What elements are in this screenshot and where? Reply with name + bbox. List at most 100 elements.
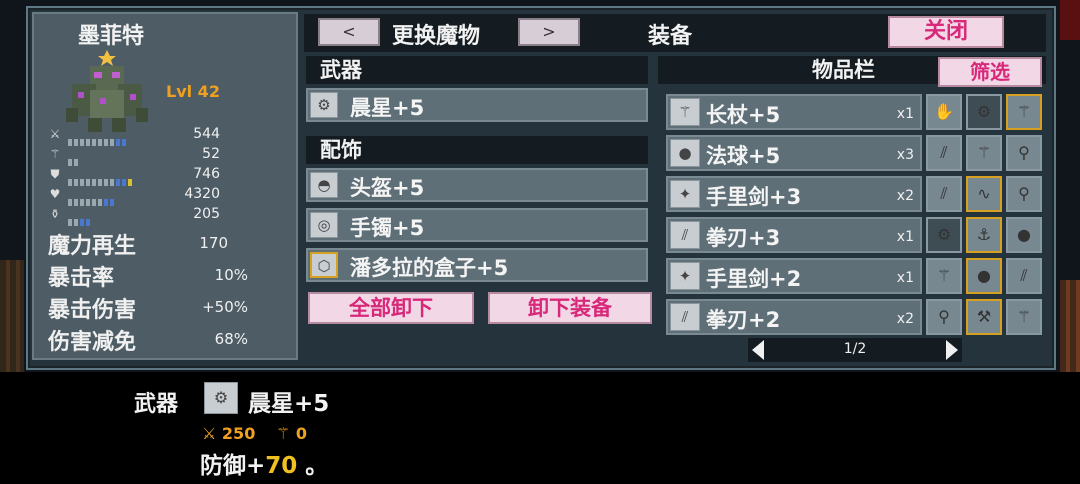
inventory-item[interactable]: ✦ 手里剑+3 x2: [666, 176, 922, 212]
stat-value: 68%: [214, 330, 248, 348]
inventory-grid-cell[interactable]: ⚲: [1006, 135, 1042, 171]
detail-magic-value: 0: [295, 424, 308, 443]
inventory-grid-cell[interactable]: ⚲: [1006, 176, 1042, 212]
unequip-button[interactable]: 卸下装备: [488, 292, 652, 324]
item-qty: x1: [896, 270, 914, 286]
claw-icon: ⫽: [670, 221, 700, 249]
stat-label: 魔力再生: [48, 234, 137, 259]
item-qty: x3: [896, 147, 914, 163]
equipment-header: < 更换魔物 > 装备 关闭: [304, 14, 1046, 52]
whip-icon: ∿: [977, 184, 991, 203]
staff-icon: ⚚: [1016, 102, 1032, 121]
detail-slot-label: 武器: [134, 392, 179, 417]
accessory-slot-helmet[interactable]: ◓ 头盔+5: [306, 168, 648, 202]
stat-crit-rate: 暴击率 10%: [48, 260, 298, 291]
accessory-name: 手镯+5: [350, 216, 425, 240]
staff-icon: ⚚: [1016, 307, 1032, 326]
orb-icon: ●: [1017, 225, 1031, 244]
inventory-grid-cell[interactable]: ⫽: [926, 135, 962, 171]
sword-icon: ⚔: [202, 424, 217, 443]
item-qty: x2: [896, 188, 914, 204]
morning-star-icon: ⚙: [936, 225, 952, 244]
morning-star-icon: ⚙: [310, 92, 338, 118]
stat-label: 伤害减免: [48, 330, 137, 355]
monster-level: Lvl 42: [166, 82, 220, 101]
pandora-box-icon: ⬡: [310, 252, 338, 278]
background-red-strip: [1060, 0, 1080, 40]
unequip-all-button[interactable]: 全部卸下: [308, 292, 474, 324]
wand-icon: ⚲: [1018, 143, 1030, 162]
item-name: 法球+5: [706, 144, 781, 168]
inventory-grid-cell[interactable]: ●: [1006, 217, 1042, 253]
stat-value: 10%: [214, 266, 248, 284]
inventory-item[interactable]: ⚚ 长杖+5 x1: [666, 94, 922, 130]
claw-icon: ⫽: [940, 184, 948, 203]
morning-star-icon: ⚙: [976, 102, 992, 121]
stat-attack: ⚔ 544: [48, 126, 288, 146]
wand-icon: ⚲: [1018, 184, 1030, 203]
staff-icon: ⚚: [670, 98, 700, 126]
monster-name: 墨菲特: [78, 24, 145, 49]
item-qty: x1: [896, 229, 914, 245]
inventory-grid-cell[interactable]: ⫽: [926, 176, 962, 212]
inventory-grid-cell[interactable]: ⫽: [1006, 258, 1042, 294]
next-page-button[interactable]: [946, 340, 958, 360]
monster-portrait: [66, 50, 148, 132]
shuriken-icon: ✦: [670, 180, 700, 208]
inventory-grid-cell[interactable]: ⚲: [926, 299, 962, 335]
stat-value: 170: [199, 234, 228, 252]
detail-attack: ⚔ 250: [202, 424, 255, 443]
hook-icon: ⚓: [976, 225, 992, 244]
detail-item-name: 晨星+5: [248, 391, 330, 417]
item-name: 长杖+5: [706, 103, 781, 127]
inventory-item[interactable]: ● 法球+5 x3: [666, 135, 922, 171]
inventory-grid-cell[interactable]: ⚙: [926, 217, 962, 253]
next-monster-button[interactable]: >: [518, 18, 580, 46]
inventory-grid-cell[interactable]: ⚙: [966, 94, 1002, 130]
accessory-slot-bracelet[interactable]: ◎ 手镯+5: [306, 208, 648, 242]
detail-magic: ⚚ 0: [276, 424, 307, 443]
staff-icon: ⚚: [976, 143, 992, 162]
inventory-item[interactable]: ⫽ 拳刃+3 x1: [666, 217, 922, 253]
inventory-item[interactable]: ✦ 手里剑+2 x1: [666, 258, 922, 294]
weapon-slot[interactable]: ⚙ 晨星+5: [306, 88, 648, 122]
inventory-grid-cell[interactable]: ⚓: [966, 217, 1002, 253]
inventory-grid-cell[interactable]: ●: [966, 258, 1002, 294]
background-pillar-right: [1060, 280, 1080, 380]
inventory-grid-cell[interactable]: ⚚: [1006, 94, 1042, 130]
orb-icon: ●: [977, 266, 991, 285]
accessory-slot-pandora-box[interactable]: ⬡ 潘多拉的盒子+5: [306, 248, 648, 282]
claw-icon: ⫽: [670, 303, 700, 331]
hammer-icon: ⚒: [976, 307, 992, 326]
glove-icon: ✋: [934, 102, 954, 121]
defense-suffix: 。: [297, 453, 329, 479]
switch-monster-label: 更换魔物: [392, 24, 481, 49]
item-name: 拳刃+3: [706, 226, 781, 250]
inventory-grid-cell[interactable]: ⚒: [966, 299, 1002, 335]
equipment-title: 装备: [648, 24, 693, 49]
stat-health: ♥ 4320: [48, 186, 288, 206]
filter-button[interactable]: 筛选: [938, 57, 1042, 87]
item-detail-panel: 武器 ⚙ 晨星+5 ⚔ 250 ⚚ 0 防御+70 。: [0, 372, 1080, 484]
shield-icon: ⛊: [50, 167, 60, 181]
prev-monster-button[interactable]: <: [318, 18, 380, 46]
stat-defense: ⛊ 746: [48, 166, 288, 186]
stat-label: 暴击率: [48, 266, 115, 291]
stat-value: 746: [193, 166, 220, 182]
detail-attack-value: 250: [221, 424, 256, 443]
inventory-item[interactable]: ⫽ 拳刃+2 x2: [666, 299, 922, 335]
morning-star-icon: ⚙: [204, 382, 238, 414]
inventory-grid-cell[interactable]: ⚚: [966, 135, 1002, 171]
inventory-grid-cell[interactable]: ⚚: [1006, 299, 1042, 335]
inventory-grid-cell[interactable]: ✋: [926, 94, 962, 130]
stat-magic: ⚚ 52: [48, 146, 288, 166]
item-name: 手里剑+3: [706, 185, 802, 209]
background-pillar-left: [0, 260, 24, 380]
sword-icon: ⚔: [49, 127, 61, 141]
inventory-pager: 1/2: [748, 338, 962, 362]
staff-icon: ⚚: [49, 147, 61, 161]
inventory-grid-cell[interactable]: ∿: [966, 176, 1002, 212]
inventory-grid-cell[interactable]: ⚚: [926, 258, 962, 294]
close-button[interactable]: 关闭: [888, 16, 1004, 48]
monster-stats-panel: 墨菲特 Lvl 42 ⚔ 544 ⚚ 52 ⛊ 746 ♥ 4320 ⚱ 205…: [32, 12, 298, 360]
